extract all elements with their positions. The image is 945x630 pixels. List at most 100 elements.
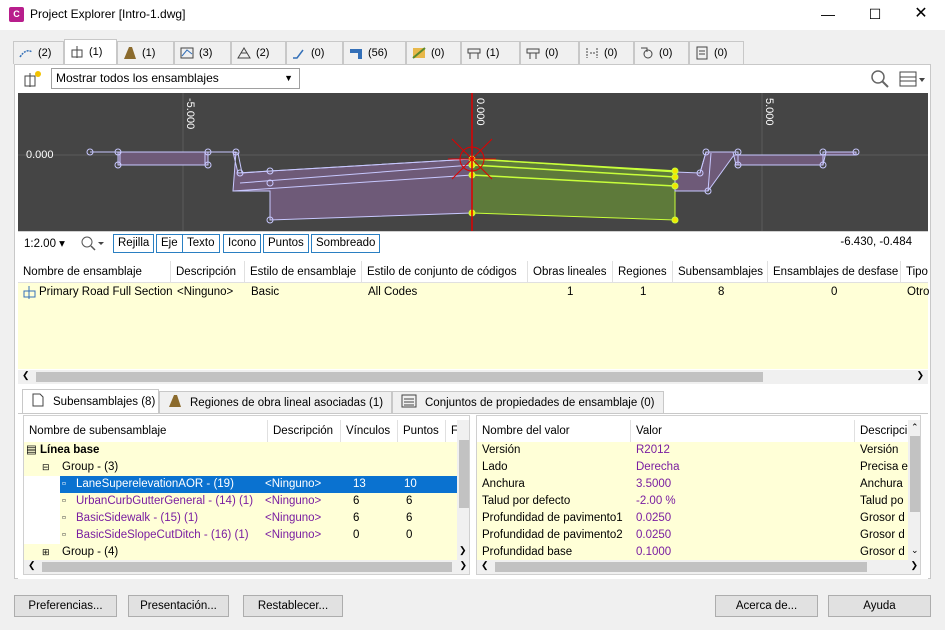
axis-label-5: 5.000 — [763, 98, 775, 126]
col-code-set-style[interactable]: Estilo de conjunto de códigos — [362, 261, 528, 283]
property-row[interactable]: Versión R2012 Versión — [477, 442, 908, 459]
tab-subassemblies[interactable]: Subensamblajes (8) — [22, 389, 159, 413]
grid-toggle-button[interactable]: Rejilla — [113, 234, 155, 253]
assembly-icon — [22, 284, 38, 300]
scroll-left-icon[interactable]: ❮ — [22, 370, 30, 381]
property-row[interactable]: Profundidad de pavimento2 0.0250 Grosor d — [477, 527, 908, 544]
property-row[interactable]: Anchura 3.5000 Anchura — [477, 476, 908, 493]
minimize-button[interactable]: — — [805, 0, 851, 30]
scroll-left-icon[interactable]: ❮ — [28, 560, 36, 571]
presentation-button[interactable]: Presentación... — [128, 595, 229, 617]
text-toggle-button[interactable]: Texto — [182, 234, 220, 253]
property-row[interactable]: Profundidad base 0.1000 Grosor d — [477, 544, 908, 561]
zoom-scale-dropdown[interactable]: 1:2.00 ▾ — [24, 236, 65, 250]
col-description[interactable]: Descripción — [171, 261, 245, 283]
zoom-icon[interactable] — [80, 234, 104, 252]
sampleline-icon — [348, 46, 364, 60]
property-row[interactable]: Lado Derecha Precisa e — [477, 459, 908, 476]
scroll-thumb[interactable] — [36, 372, 763, 382]
close-button[interactable]: ✕ — [898, 0, 944, 30]
tab-feature-lines[interactable]: (0) — [286, 41, 343, 64]
preferences-button[interactable]: Preferencias... — [14, 595, 117, 617]
assembly-icon — [69, 45, 85, 59]
scroll-down-icon[interactable]: ⌄ — [911, 545, 919, 556]
assembly-filter-dropdown[interactable]: Mostrar todos los ensamblajes ▼ — [51, 68, 300, 89]
col-value-name[interactable]: Nombre del valor — [477, 420, 631, 442]
help-button[interactable]: Ayuda — [828, 595, 931, 617]
list-item[interactable]: ▫ BasicSideSlopeCutDitch - (16) (1) <Ning… — [60, 527, 457, 544]
tab-intersections[interactable]: (0) — [634, 41, 689, 64]
intersection-icon — [639, 46, 655, 60]
scroll-thumb[interactable] — [459, 440, 469, 508]
col-offset-assemblies[interactable]: Ensamblajes de desfase — [768, 261, 901, 283]
list-item[interactable]: ▫ BasicSidewalk - (15) (1) <Ninguno> 6 6 — [60, 510, 457, 527]
col-links[interactable]: Vínculos — [341, 420, 398, 442]
property-row[interactable]: Talud por defecto -2.00 % Talud po — [477, 493, 908, 510]
axis-toggle-button[interactable]: Eje — [156, 234, 183, 253]
shading-toggle-button[interactable]: Sombreado — [311, 234, 381, 253]
scroll-down-icon[interactable]: ❯ — [459, 545, 467, 556]
parcel-icon — [411, 46, 427, 60]
tab-sample-lines[interactable]: (56) — [343, 41, 406, 64]
assemblies-hscrollbar[interactable]: ❮ ❯ — [18, 370, 928, 384]
tab-assemblies[interactable]: (1) — [64, 39, 117, 64]
tab-alignments[interactable]: (2) — [13, 41, 64, 64]
tree-node-baseline[interactable]: ▤ Línea base — [24, 442, 457, 459]
tree-expander-icon[interactable]: ⊞ — [24, 544, 62, 561]
window-title: Project Explorer [Intro-1.dwg] — [30, 7, 186, 21]
points-toggle-button[interactable]: Puntos — [263, 234, 309, 253]
col-value[interactable]: Valor — [631, 420, 855, 442]
tab-parcels[interactable]: (0) — [406, 41, 461, 64]
subassembly-vscrollbar[interactable]: ❯ — [457, 420, 469, 560]
table-row[interactable]: Primary Road Full Section <Ninguno> Basi… — [18, 283, 929, 301]
scroll-thumb[interactable] — [42, 562, 452, 572]
tab-sections[interactable]: (1) — [461, 41, 520, 64]
scroll-right-icon[interactable]: ❯ — [459, 560, 467, 571]
col-assembly-name[interactable]: Nombre de ensamblaje — [18, 261, 171, 283]
tab-section-views[interactable]: (0) — [520, 41, 579, 64]
tree-node-group[interactable]: ⊞ Group - (4) — [24, 544, 457, 561]
scroll-thumb[interactable] — [495, 562, 867, 572]
icon-toggle-button[interactable]: Icono — [223, 234, 262, 253]
scroll-up-icon[interactable]: ⌃ — [911, 422, 919, 433]
list-item[interactable]: ▫ UrbanCurbGutterGeneral - (14) (1) <Ning… — [60, 493, 457, 510]
assembly-preview[interactable]: -5.000 0.000 5.000 0.000 — [18, 93, 928, 231]
list-item[interactable]: ▫ LaneSuperelevationAOR - (19) <Ninguno> … — [60, 476, 457, 493]
properties-hscrollbar[interactable]: ❮ ❯ — [477, 560, 920, 574]
col-regions[interactable]: Regiones — [613, 261, 673, 283]
scroll-right-icon[interactable]: ❯ — [916, 370, 924, 381]
tab-associated-regions[interactable]: Regiones de obra lineal asociadas (1) — [159, 391, 392, 413]
subassembly-tree: Nombre de subensamblaje Descripción Vínc… — [23, 415, 470, 575]
reset-button[interactable]: Restablecer... — [243, 595, 343, 617]
tab-reports[interactable]: (0) — [689, 41, 744, 64]
scroll-right-icon[interactable]: ❯ — [910, 560, 918, 571]
profile-icon — [179, 46, 195, 60]
col-points[interactable]: Puntos — [398, 420, 446, 442]
tab-profiles[interactable]: (3) — [174, 41, 231, 64]
col-type[interactable]: Tipo — [901, 261, 928, 283]
col-prop-description[interactable]: Descripci — [855, 420, 908, 442]
tab-offsets[interactable]: (0) — [579, 41, 634, 64]
col-sub-description[interactable]: Descripción — [268, 420, 341, 442]
property-row[interactable]: Profundidad de pavimento1 0.0250 Grosor d — [477, 510, 908, 527]
col-corridors[interactable]: Obras lineales — [528, 261, 613, 283]
assembly-add-icon[interactable] — [22, 69, 44, 89]
col-subassemblies[interactable]: Subensamblajes — [673, 261, 768, 283]
maximize-button[interactable]: ☐ — [852, 0, 898, 30]
offset-icon — [584, 46, 600, 60]
assemblies-grid-header: Nombre de ensamblaje Descripción Estilo … — [18, 261, 928, 283]
tree-node-group[interactable]: ⊟ Group - (3) — [24, 459, 457, 476]
col-subassembly-name[interactable]: Nombre de subensamblaje — [24, 420, 268, 442]
scroll-left-icon[interactable]: ❮ — [481, 560, 489, 571]
tree-expander-icon[interactable]: ⊟ — [24, 459, 62, 476]
subassembly-hscrollbar[interactable]: ❮ ❯ — [24, 560, 469, 574]
tab-corridors[interactable]: (1) — [117, 41, 174, 64]
column-chooser-icon[interactable] — [898, 69, 926, 89]
scroll-thumb[interactable] — [910, 436, 920, 512]
search-icon[interactable] — [870, 69, 890, 89]
tab-surfaces[interactable]: (2) — [231, 41, 286, 64]
about-button[interactable]: Acerca de... — [715, 595, 818, 617]
col-assembly-style[interactable]: Estilo de ensamblaje — [245, 261, 362, 283]
tab-property-sets[interactable]: Conjuntos de propiedades de ensamblaje (… — [392, 391, 664, 413]
properties-vscrollbar[interactable]: ⌃ ⌄ — [908, 420, 920, 560]
